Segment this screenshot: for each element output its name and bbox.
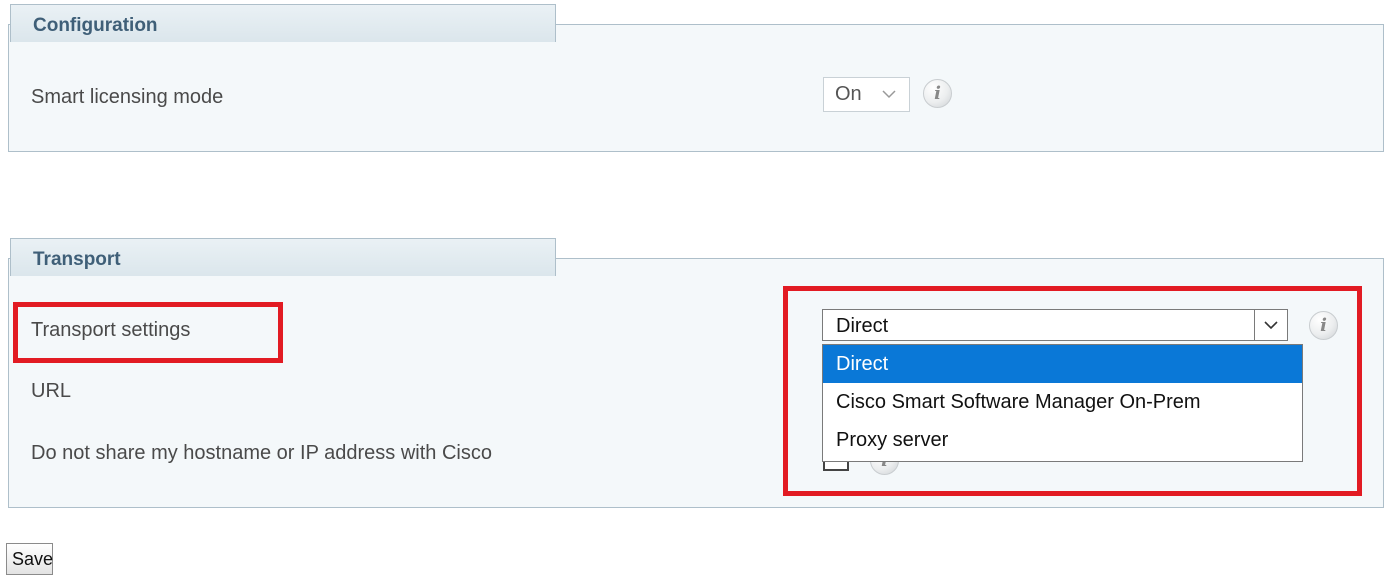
no-share-hostname-label: Do not share my hostname or IP address w…: [31, 442, 492, 464]
info-icon[interactable]: i: [923, 79, 952, 108]
save-button[interactable]: Save: [6, 543, 53, 575]
transport-settings-value: Direct: [836, 315, 889, 337]
transport-tab: Transport: [10, 238, 556, 276]
transport-title: Transport: [33, 249, 121, 270]
configuration-title: Configuration: [33, 15, 158, 36]
transport-settings-select[interactable]: Direct: [822, 309, 1288, 341]
smart-licensing-mode-select[interactable]: On: [823, 77, 910, 112]
chevron-down-icon: [1264, 321, 1278, 330]
transport-select-arrow-box: [1254, 310, 1287, 340]
configuration-tab: Configuration: [10, 4, 556, 42]
url-label: URL: [31, 380, 72, 402]
smart-licensing-mode-value: On: [835, 83, 862, 105]
info-icon[interactable]: i: [1309, 311, 1338, 340]
transport-settings-label-highlight: [13, 302, 283, 363]
transport-option-cssm-on-prem[interactable]: Cisco Smart Software Manager On-Prem: [823, 383, 1302, 421]
transport-option-direct[interactable]: Direct: [823, 345, 1302, 383]
chevron-down-icon: [882, 90, 896, 99]
smart-licensing-mode-label: Smart licensing mode: [31, 86, 224, 108]
transport-options-list: Direct Cisco Smart Software Manager On-P…: [822, 344, 1303, 462]
transport-option-proxy-server[interactable]: Proxy server: [823, 421, 1302, 459]
